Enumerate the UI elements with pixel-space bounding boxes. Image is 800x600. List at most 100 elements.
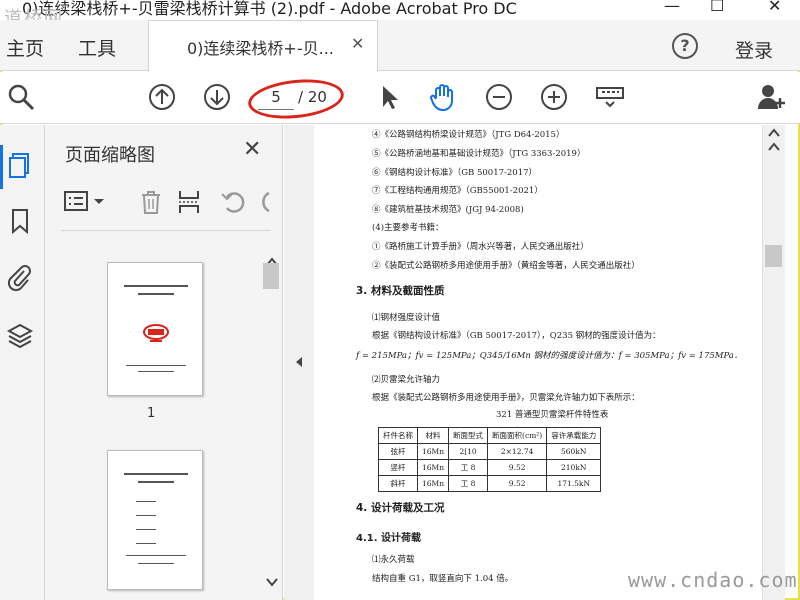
table-header: 杆件名称 [378,427,418,444]
table-cell: 2×12.74 [487,443,548,460]
doc-line: ⑧《建筑桩基技术规范》(JGJ 94-2008) [372,205,524,215]
document-scrollbar-thumb[interactable] [765,245,782,267]
table-header: 断面型式 [448,427,489,444]
tools-nav[interactable]: 工具 [78,34,116,61]
document-scrollbar[interactable] [762,125,785,600]
search-icon[interactable] [6,82,36,112]
title-bar: 0)连续梁栈桥+-贝雷梁栈桥计算书 (2).pdf - Adobe Acroba… [0,0,800,20]
doc-line: ⑴钢材强度设计值 [372,313,441,323]
attachment-icon[interactable] [6,263,34,291]
table-header: 材料 [416,427,450,444]
table-cell: 竖杆 [378,459,418,476]
minimize-button[interactable]: — [664,0,680,15]
layers-icon[interactable] [6,321,34,349]
table-cell: 560kN [546,443,602,460]
strength-formula: f = 215MPa；fv = 125MPa；Q345/16Mn 钢材的强度设计… [356,351,743,361]
doc-line: 根据《装配式公路钢桥多用途使用手册》，贝雷梁允许轴力如下表所示： [372,393,640,403]
document-tab-label: 0)连续梁栈桥+-贝... [187,39,334,58]
maximize-button[interactable]: ☐ [710,0,724,15]
table-header: 断面面积(cm²) [487,427,548,444]
insert-page-icon[interactable] [175,188,203,216]
doc-scroll-up-icon[interactable] [768,142,780,152]
delete-page-icon[interactable] [137,188,165,216]
thumb-text-line [138,563,174,564]
company-logo-icon [143,324,169,342]
zoom-out-icon[interactable] [484,82,514,112]
section-heading: 4. 设计荷载及工况 [356,502,445,514]
thumb-text-line [136,543,156,544]
thumbnail-options-icon[interactable] [63,189,109,215]
bookmark-icon[interactable] [6,207,34,235]
thumb-subtitle-line [138,481,174,483]
hand-tool-icon[interactable] [428,82,458,112]
thumb-text-line [136,515,156,516]
document-view[interactable]: ④《公路钢结构桥梁设计规范》（JTG D64-2015） ⑤《公路桥涵地基和基础… [314,125,762,600]
thumb-text-line [136,529,156,530]
doc-line: ⑦《工程结构通用规范》（GB55001-2021） [372,186,543,196]
doc-line: ①《路桥施工计算手册》（周水兴等著，人民交通出版社） [372,242,589,252]
document-tab[interactable]: 0)连续梁栈桥+-贝... ✕ [148,20,378,72]
member-properties-table: 杆件名称 材料 断面型式 断面面积(cm²) 容许承载能力 弦杆 16Mn 2[… [378,427,602,492]
table-cell: 16Mn [416,459,450,476]
table-row: 斜杆 16Mn 工 8 9.52 171.5kN [378,475,602,492]
window-title: 0)连续梁栈桥+-贝雷梁栈桥计算书 (2).pdf - Adobe Acroba… [22,0,517,18]
doc-scroll-up-icon[interactable] [768,128,780,138]
panel-close-button[interactable]: ✕ [243,137,261,162]
thumb-title-line [124,473,188,475]
table-cell: 斜杆 [378,475,418,492]
red-annotation-circle [246,75,346,123]
page-thumbnail-number: 1 [147,406,156,421]
subsection-heading: 4.1. 设计荷载 [356,533,421,544]
rail-active-indicator [0,145,3,189]
help-button[interactable]: ? [672,33,698,59]
page-thumbnail-2[interactable] [107,450,203,590]
panel-title: 页面缩略图 [65,145,155,166]
table-cell: 9.52 [487,475,548,492]
table-cell: 16Mn [416,475,450,492]
table-cell: 9.52 [487,459,548,476]
table-cell: 16Mn [416,443,450,460]
thumbnail-panel: 页面缩略图 ✕ 1 [45,125,283,600]
thumb-text-line [136,501,156,502]
table-header-row: 杆件名称 材料 断面型式 断面面积(cm²) 容许承载能力 [378,427,602,444]
rotate-clockwise-icon[interactable] [257,188,271,216]
collapse-panel-icon[interactable] [295,356,303,368]
table-row: 竖杆 16Mn 工 8 9.52 210kN [378,459,602,476]
zoom-in-icon[interactable] [539,82,569,112]
doc-line: 结构自重 G1，取竖直向下 1.04 倍。 [372,574,514,584]
table-cell: 工 8 [448,459,489,476]
page-thumbnail-1[interactable] [107,262,203,396]
doc-line: ⑵贝雷梁允许轴力 [372,375,441,385]
scroll-down-icon[interactable] [266,577,278,587]
page-up-icon[interactable] [147,82,177,112]
page-thumbnails-icon[interactable] [6,151,34,179]
doc-line: ⑥《钢结构设计标准》（GB 50017-2017） [372,168,538,178]
left-navigation-rail [0,125,45,600]
doc-line: 根据《钢结构设计标准》（GB 50017-2017），Q235 钢材的强度设计值… [372,331,661,341]
table-row: 弦杆 16Mn 2[10 2×12.74 560kN [378,443,602,460]
add-user-icon[interactable] [756,82,786,112]
panel-divider [61,230,271,231]
select-arrow-icon[interactable] [374,82,404,112]
scroll-mode-icon[interactable] [594,82,626,112]
page-down-icon[interactable] [202,82,232,112]
doc-line: ⑤《公路桥涵地基和基础设计规范》（JTG 3363-2019） [372,149,586,159]
toolbar: 5 / 20 [0,72,800,124]
table-header: 容许承载能力 [546,427,602,444]
doc-line: ④《公路钢结构桥梁设计规范》（JTG D64-2015） [372,130,565,140]
home-nav[interactable]: 主页 [6,34,44,61]
table-title: 321 普通型贝雷梁杆件特性表 [496,410,609,420]
close-window-button[interactable]: ✕ [768,0,781,15]
doc-line: ⑴永久荷载 [372,555,415,565]
panel-collapse-strip[interactable] [284,125,314,600]
doc-line: (4)主要参考书籍： [372,223,444,233]
tab-close-button[interactable]: ✕ [351,34,364,53]
thumb-text-line [126,365,186,366]
panel-scrollbar-thumb[interactable] [263,263,279,289]
thumb-text-line [138,371,174,372]
table-cell: 210kN [546,459,602,476]
table-cell: 弦杆 [378,443,418,460]
thumb-title-line [124,285,188,287]
login-button[interactable]: 登录 [735,36,773,63]
rotate-counterclockwise-icon[interactable] [219,188,247,216]
